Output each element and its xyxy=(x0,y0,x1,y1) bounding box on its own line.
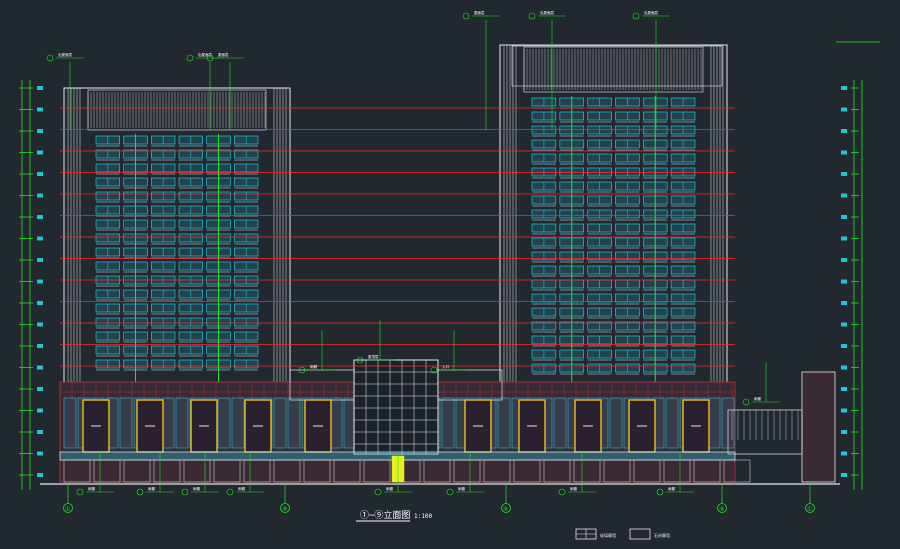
level-marker xyxy=(841,107,847,112)
callout-text: 出屋面层 xyxy=(644,10,658,15)
level-marker xyxy=(841,344,847,348)
legend-label-stone: 石材幕墙 xyxy=(654,532,670,538)
level-marker xyxy=(841,193,847,198)
level-marker xyxy=(37,408,43,413)
atrium xyxy=(353,359,439,455)
podium-glass xyxy=(119,397,133,449)
level-marker xyxy=(841,172,847,176)
level-marker xyxy=(841,150,847,155)
callout-text: 雨棚 xyxy=(238,486,245,491)
level-marker xyxy=(841,387,847,391)
level-marker xyxy=(37,86,43,90)
podium-glass xyxy=(231,397,245,449)
level-marker xyxy=(841,258,847,262)
cad-elevation-drawing: 出屋面层 出屋面层 屋面层屋面层 出屋面层 出屋面层屋顶层雨棚 入口雨棚 雨棚 雨棚 雨棚 雨棚雨… xyxy=(0,0,900,549)
axis-label: ⑨ xyxy=(503,506,508,513)
callout-text: 雨棚 xyxy=(310,364,318,369)
level-marker xyxy=(841,473,847,477)
level-marker xyxy=(841,86,847,90)
level-marker xyxy=(841,365,847,370)
annex-right xyxy=(801,371,836,483)
level-marker xyxy=(37,107,43,112)
callout-text: 屋面层 xyxy=(218,52,229,57)
podium-glass xyxy=(441,397,455,449)
callout-text: 屋面层 xyxy=(474,10,485,15)
callout-text: 雨棚 xyxy=(570,486,578,491)
level-marker xyxy=(37,473,43,477)
level-marker xyxy=(37,215,43,219)
level-marker xyxy=(37,451,43,456)
axis-label: ⑨ xyxy=(282,506,287,513)
level-marker xyxy=(37,387,43,391)
level-marker xyxy=(841,430,847,434)
callout-text: 雨棚 xyxy=(754,396,762,401)
podium-glass xyxy=(287,397,301,449)
podium-glass xyxy=(665,397,679,449)
podium-glass xyxy=(707,397,721,449)
podium-glass xyxy=(553,397,567,449)
level-marker xyxy=(37,322,43,327)
level-marker xyxy=(37,279,43,284)
podium-glass xyxy=(63,397,77,449)
podium-glass xyxy=(217,397,231,449)
podium-glass xyxy=(609,397,623,449)
callout-text: 出屋面层 xyxy=(540,10,554,15)
callout-text: 入口 xyxy=(442,364,450,369)
axis-label: ⑨ xyxy=(719,506,724,513)
level-marker xyxy=(841,236,847,241)
podium-glass xyxy=(273,397,287,449)
callout-text: 雨棚 xyxy=(668,486,676,491)
level-marker xyxy=(37,129,43,133)
level-marker xyxy=(841,279,847,284)
legend-label-glass: 玻璃幕墙 xyxy=(600,532,616,538)
level-marker xyxy=(841,215,847,219)
callout-text: 雨棚 xyxy=(88,486,95,491)
level-marker xyxy=(37,193,43,198)
level-marker xyxy=(841,301,847,305)
level-marker xyxy=(37,365,43,370)
level-marker xyxy=(37,150,43,155)
podium-glass xyxy=(329,397,343,449)
callout-text: 雨棚 xyxy=(458,486,466,491)
callout-text: 屋顶层 xyxy=(368,354,379,359)
callout-text: 出屋面层 xyxy=(58,52,72,57)
podium-glass xyxy=(497,397,511,449)
axis-label: ① xyxy=(65,506,70,513)
callout-text: 出屋面层 xyxy=(198,52,212,57)
level-marker xyxy=(37,301,43,305)
level-marker xyxy=(37,258,43,262)
podium-glass xyxy=(161,397,175,449)
callout-text: 雨棚 xyxy=(193,486,200,491)
axis-label: ① xyxy=(807,506,812,513)
level-marker xyxy=(37,236,43,241)
level-marker xyxy=(841,322,847,327)
level-marker xyxy=(37,172,43,176)
drawing-title-text: ①~⑨立面图 xyxy=(360,509,410,521)
level-marker xyxy=(37,430,43,434)
level-marker xyxy=(37,344,43,348)
level-marker xyxy=(841,129,847,133)
level-marker xyxy=(841,451,847,456)
level-marker xyxy=(841,408,847,413)
drawing-scale: 1:100 xyxy=(414,513,432,520)
podium-glass xyxy=(175,397,189,449)
callout-text: 雨棚 xyxy=(148,486,155,491)
callout-text: 雨棚 xyxy=(386,486,394,491)
